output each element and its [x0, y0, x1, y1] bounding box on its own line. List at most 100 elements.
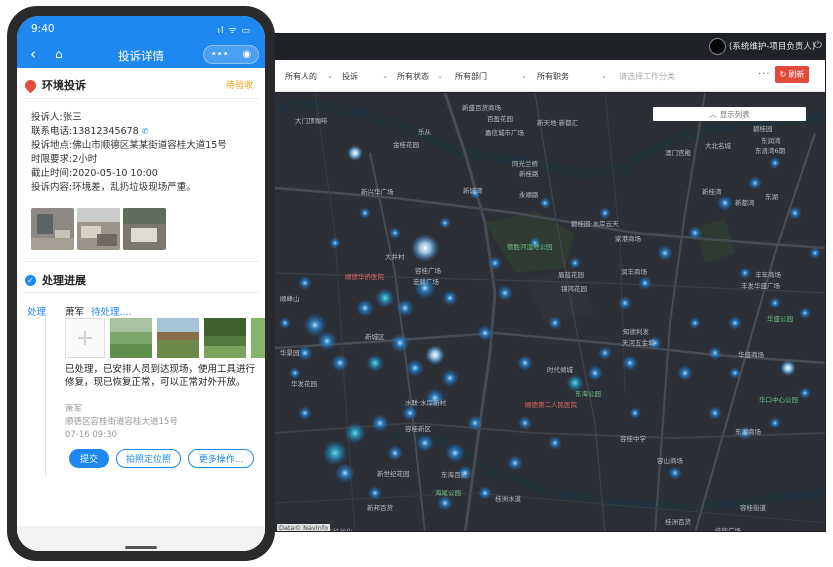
map-label: 德胜河湿地公园	[507, 243, 553, 251]
heat-point	[371, 414, 389, 432]
chevron-down-icon: ⌄	[437, 72, 443, 80]
phone-call-icon[interactable]: ✆	[142, 127, 149, 136]
map-label: 金桂花园	[393, 141, 419, 149]
heat-point	[478, 486, 492, 500]
progress-photo[interactable]	[157, 318, 199, 358]
heat-point	[335, 463, 355, 483]
section-complaint-title: 环境投诉	[42, 79, 86, 92]
map-label: 顺德华侨医院	[345, 273, 384, 281]
map-label: 水联·水岸新村	[405, 399, 447, 407]
submit-button[interactable]: 提交	[69, 449, 109, 468]
complainant-value: 张三	[62, 112, 82, 123]
phone-frame: 9:40 ıl ᯤ ▭ ‹ ⌂ 投诉详情 ••• ◉ 环境投诉 待验收 投诉人:…	[7, 6, 275, 561]
tab-process[interactable]: 处理	[27, 304, 46, 318]
heat-point	[638, 276, 652, 290]
map-label: 新都湾	[735, 199, 755, 207]
miniapp-capsule: ••• ◉	[203, 45, 259, 64]
map-label: 海尾公园	[435, 489, 461, 497]
heat-point	[488, 256, 502, 270]
refresh-icon: ↻	[779, 70, 787, 79]
map-label: 华景园	[280, 349, 300, 357]
more-actions-button[interactable]: 更多操作...	[188, 449, 254, 468]
heat-point	[387, 445, 403, 461]
complaint-photo-thumbnail[interactable]	[31, 208, 74, 250]
progress-description: 已处理，已安排人员到达现场，使用工具进行修复，现已恢复正常，可以正常对外开放。	[65, 364, 256, 388]
heat-point	[467, 415, 483, 431]
heat-point	[317, 331, 337, 351]
refresh-button[interactable]: ↻ 刷新	[775, 66, 809, 83]
filter-position-label: 所有职务	[537, 71, 569, 81]
heat-point	[629, 407, 641, 419]
heat-point	[587, 365, 603, 381]
more-button[interactable]: ···	[758, 69, 771, 80]
phone-value[interactable]: 13812345678	[72, 126, 139, 137]
map-label: 时代倾城	[547, 366, 573, 374]
heat-point	[497, 285, 513, 301]
more-dots-icon[interactable]: •••	[211, 49, 229, 60]
close-circle-icon[interactable]: ◉	[242, 49, 251, 60]
filter-owner-label: 所有人的	[285, 71, 317, 81]
chevron-down-icon: ⌄	[521, 72, 527, 80]
heat-point	[507, 455, 523, 471]
heat-point	[279, 317, 291, 329]
photo-locate-button[interactable]: 拍照定位照	[116, 449, 181, 468]
map-label: 丰发华盛广场	[741, 282, 780, 290]
map-label: 东湖	[765, 193, 778, 201]
map-label: 容山商场	[657, 457, 683, 465]
map-label: 顺峰山	[280, 295, 300, 303]
power-icon[interactable]: ⏻	[814, 40, 822, 51]
complaint-photo-thumbnail[interactable]	[123, 208, 166, 250]
progress-photo[interactable]	[110, 318, 152, 358]
heat-point	[598, 346, 612, 360]
heat-point	[769, 417, 781, 429]
map-label: 东润湾	[761, 137, 781, 145]
show-list-label: 显示列表	[719, 109, 750, 119]
heat-point	[688, 226, 702, 240]
heat-point	[780, 360, 796, 376]
heat-point	[729, 367, 741, 379]
divider	[23, 98, 259, 99]
progress-photo[interactable]	[251, 318, 265, 358]
filter-type-label: 投诉	[342, 71, 358, 81]
content-row: 投诉内容:环境差，乱扔垃圾现场严重。	[31, 179, 196, 193]
filter-owner-select[interactable]: 所有人的 ⌄	[285, 68, 333, 84]
heat-point	[657, 245, 673, 261]
phone-row: 联系电话:13812345678 ✆	[31, 123, 148, 137]
time-limit-label: 时限要求:	[31, 154, 73, 165]
map-label: 容桂广场	[415, 267, 441, 275]
filter-status-select[interactable]: 所有状态 ⌄	[397, 68, 443, 84]
filter-type-select[interactable]: 投诉 ⌄	[342, 68, 388, 84]
heat-point	[331, 354, 349, 372]
phone-label: 联系电话:	[31, 126, 73, 137]
filter-department-select[interactable]: 所有部门 ⌄	[455, 68, 527, 84]
map-label: 碧桂园	[753, 125, 773, 133]
chevron-down-icon: ⌄	[601, 72, 607, 80]
heat-point	[445, 443, 465, 463]
chevron-down-icon: ⌄	[382, 72, 388, 80]
add-photo-button[interactable]: +	[65, 318, 105, 358]
map-label: 天河五金城	[622, 339, 655, 347]
filter-position-select[interactable]: 所有职务 ⌄	[537, 68, 607, 84]
progress-time: 07-16 09:30	[65, 430, 117, 440]
complaint-photo-thumbnail[interactable]	[77, 208, 120, 250]
heat-point	[477, 325, 493, 341]
complainant-row: 投诉人:张三	[31, 109, 82, 123]
location-pin-icon	[22, 77, 39, 93]
map-label: 容桂中学	[620, 435, 646, 443]
map-attribution: Data© NavInfo	[277, 524, 331, 532]
user-avatar[interactable]	[709, 38, 726, 55]
heat-point	[677, 365, 693, 381]
filter-category-select[interactable]: 请选择工作分类	[619, 68, 739, 84]
handler-name: 萧军	[65, 307, 85, 318]
heat-point	[518, 416, 532, 430]
map-label: 家港商场	[615, 235, 641, 243]
heat-point	[329, 237, 341, 249]
complainant-label: 投诉人:	[31, 112, 63, 123]
heat-point	[344, 422, 366, 444]
show-list-toggle[interactable]: ︿ 显示列表	[653, 107, 806, 121]
heatmap-map[interactable]: 大门顶咖啡 新盛百货商场 百盈花园 嘉信城市广场 新天地·新都汇 金桂花园 澳门宫殿 大北名城…	[275, 93, 825, 532]
progress-photo[interactable]	[204, 318, 246, 358]
refresh-label: 刷新	[788, 70, 805, 79]
heat-point	[769, 297, 781, 309]
heat-point	[442, 290, 458, 306]
